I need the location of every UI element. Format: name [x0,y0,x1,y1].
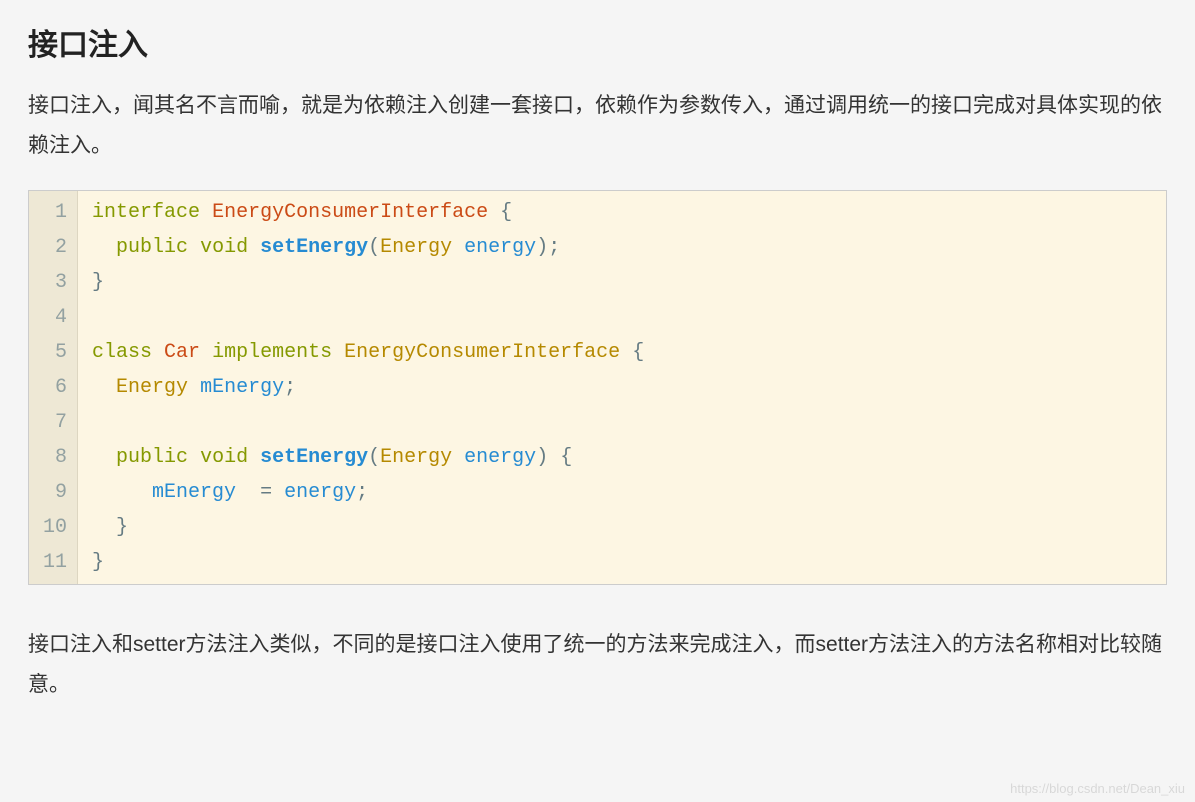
line-number: 5 [43,335,67,370]
line-number: 8 [43,440,67,475]
line-number: 7 [43,405,67,440]
field: mEnergy [200,376,284,399]
type-name: EnergyConsumerInterface [212,201,488,224]
brace: { [500,201,512,224]
line-number: 1 [43,195,67,230]
line-number: 9 [43,475,67,510]
semicolon: ; [284,376,296,399]
summary-paragraph: 接口注入和setter方法注入类似，不同的是接口注入使用了统一的方法来完成注入，… [28,625,1167,705]
method-name: setEnergy [260,236,368,259]
field-ref: mEnergy [152,481,236,504]
brace: { [560,446,572,469]
brace: } [116,516,128,539]
line-number: 2 [43,230,67,265]
type-ref: Energy [380,446,452,469]
var-ref: energy [284,481,356,504]
keyword: class [92,341,152,364]
keyword: implements [212,341,332,364]
type-ref: EnergyConsumerInterface [344,341,620,364]
code-content: interface EnergyConsumerInterface { publ… [78,191,1166,584]
param: energy [464,236,536,259]
section-heading: 接口注入 [28,20,1167,64]
paren: ) [536,446,548,469]
watermark: https://blog.csdn.net/Dean_xiu [1010,781,1185,796]
type-ref: Energy [116,376,188,399]
intro-paragraph: 接口注入，闻其名不言而喻，就是为依赖注入创建一套接口，依赖作为参数传入，通过调用… [28,86,1167,166]
keyword: interface [92,201,200,224]
keyword: public [116,446,188,469]
brace: } [92,271,104,294]
semicolon: ; [356,481,368,504]
type-ref: Energy [380,236,452,259]
paren: ( [368,236,380,259]
paren: ) [536,236,548,259]
line-number: 10 [43,510,67,545]
line-number: 11 [43,545,67,580]
brace: { [632,341,644,364]
brace: } [92,551,104,574]
line-number: 4 [43,300,67,335]
keyword: public [116,236,188,259]
type-name: Car [164,341,200,364]
operator: = [260,481,272,504]
param: energy [464,446,536,469]
line-number: 3 [43,265,67,300]
line-number: 6 [43,370,67,405]
keyword: void [200,446,248,469]
method-name: setEnergy [260,446,368,469]
semicolon: ; [548,236,560,259]
keyword: void [200,236,248,259]
paren: ( [368,446,380,469]
line-number-gutter: 1 2 3 4 5 6 7 8 9 10 11 [29,191,78,584]
code-block: 1 2 3 4 5 6 7 8 9 10 11 interface Energy… [28,190,1167,585]
